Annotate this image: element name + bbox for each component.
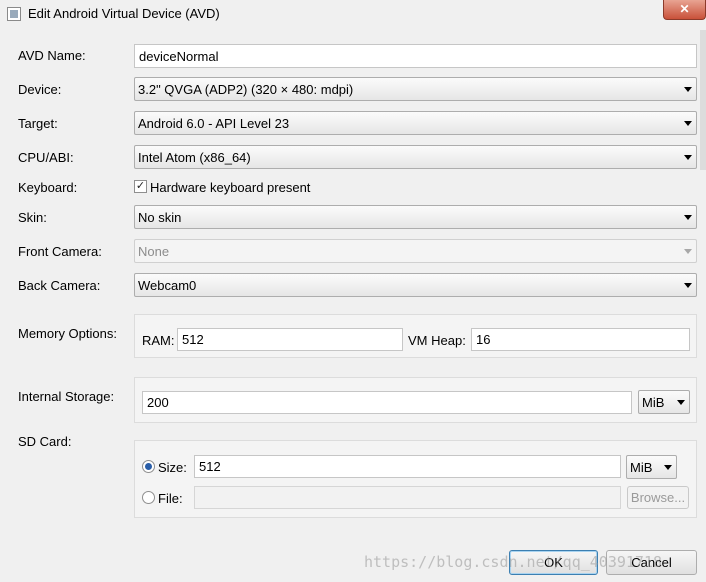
target-label: Target:: [18, 116, 58, 131]
target-select[interactable]: Android 6.0 - API Level 23: [134, 111, 697, 135]
sd-size-input[interactable]: 512: [194, 455, 621, 478]
back-camera-label: Back Camera:: [18, 278, 101, 293]
hardware-keyboard-label[interactable]: Hardware keyboard present: [150, 180, 310, 195]
ram-input[interactable]: 512: [177, 328, 403, 351]
front-camera-select: None: [134, 239, 697, 263]
ram-label: RAM:: [142, 333, 175, 348]
skin-label: Skin:: [18, 210, 47, 225]
browse-button: Browse...: [627, 486, 689, 509]
sd-file-radio[interactable]: [142, 491, 155, 504]
avd-name-value: deviceNormal: [139, 48, 219, 64]
internal-storage-input[interactable]: 200: [142, 391, 632, 414]
window-title: Edit Android Virtual Device (AVD): [28, 6, 220, 21]
vm-heap-label: VM Heap:: [408, 333, 466, 348]
cpu-abi-label: CPU/ABI:: [18, 150, 74, 165]
sd-size-unit: MiB: [630, 459, 653, 475]
close-button[interactable]: ✕: [663, 0, 706, 20]
device-value: 3.2" QVGA (ADP2) (320 × 480: mdpi): [138, 81, 354, 97]
dropdown-arrow-icon: [677, 399, 685, 405]
internal-storage-unit: MiB: [642, 394, 665, 410]
keyboard-label: Keyboard:: [18, 180, 78, 195]
avd-name-input[interactable]: deviceNormal: [134, 44, 697, 68]
scrollbar[interactable]: [700, 30, 706, 170]
dropdown-arrow-icon: [684, 86, 692, 92]
skin-select[interactable]: No skin: [134, 205, 697, 229]
dropdown-arrow-icon: [684, 154, 692, 160]
sd-size-unit-select[interactable]: MiB: [626, 455, 677, 479]
front-camera-label: Front Camera:: [18, 244, 102, 259]
internal-storage-label: Internal Storage:: [18, 389, 115, 404]
dropdown-arrow-icon: [684, 120, 692, 126]
target-value: Android 6.0 - API Level 23: [138, 115, 290, 131]
vm-heap-value: 16: [476, 332, 491, 347]
device-select[interactable]: 3.2" QVGA (ADP2) (320 × 480: mdpi): [134, 77, 697, 101]
dropdown-arrow-icon: [664, 464, 672, 470]
vm-heap-input[interactable]: 16: [471, 328, 690, 351]
back-camera-select[interactable]: Webcam0: [134, 273, 697, 297]
front-camera-value: None: [138, 243, 170, 259]
memory-options-label: Memory Options:: [18, 326, 117, 341]
cpu-abi-select[interactable]: Intel Atom (x86_64): [134, 145, 697, 169]
sd-file-input: [194, 486, 621, 509]
avd-name-label: AVD Name:: [18, 48, 86, 63]
back-camera-value: Webcam0: [138, 277, 197, 293]
device-label: Device:: [18, 82, 62, 97]
dropdown-arrow-icon: [684, 282, 692, 288]
ram-value: 512: [182, 332, 204, 347]
sd-size-value: 512: [199, 459, 221, 474]
watermark: https://blog.csdn.net/qq_40391718: [364, 553, 663, 571]
sd-size-label[interactable]: Size:: [158, 460, 187, 475]
cpu-abi-value: Intel Atom (x86_64): [138, 149, 251, 165]
internal-storage-value: 200: [147, 395, 169, 410]
sd-card-label: SD Card:: [18, 434, 72, 449]
dropdown-arrow-icon: [684, 248, 692, 254]
app-window-icon: [7, 7, 21, 21]
sd-size-radio[interactable]: [142, 460, 155, 473]
skin-value: No skin: [138, 209, 182, 225]
sd-file-label[interactable]: File:: [158, 491, 183, 506]
dropdown-arrow-icon: [684, 214, 692, 220]
hardware-keyboard-checkbox[interactable]: ✓: [134, 180, 147, 193]
internal-storage-unit-select[interactable]: MiB: [638, 390, 690, 414]
